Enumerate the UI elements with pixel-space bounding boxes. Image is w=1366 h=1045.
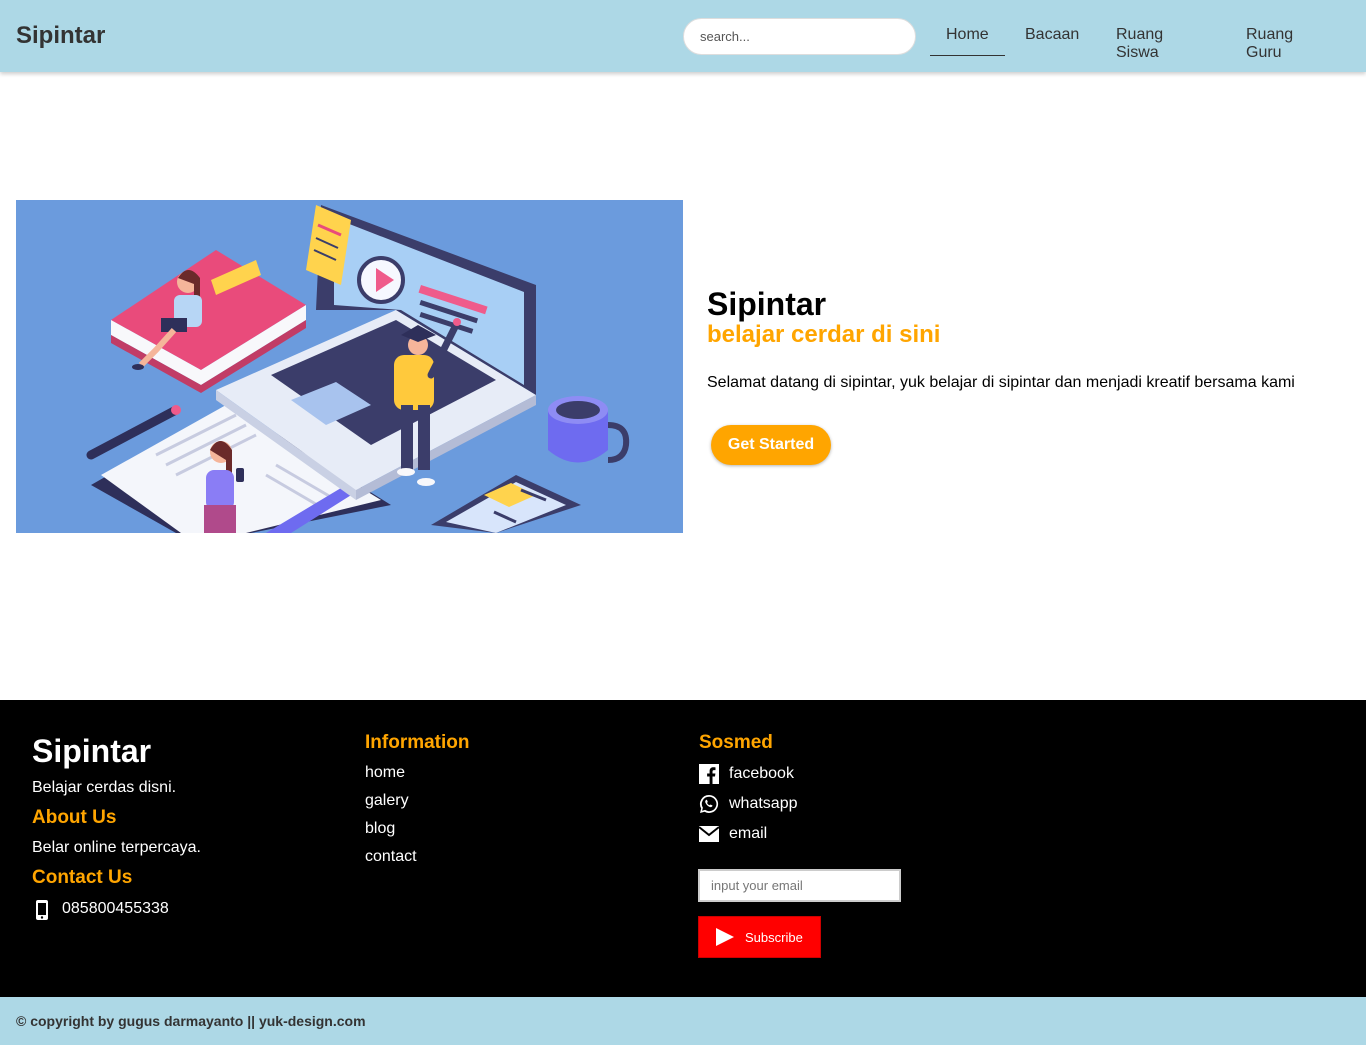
mail-icon xyxy=(699,826,719,842)
play-icon xyxy=(716,928,734,946)
footer-brand: Sipintar xyxy=(32,733,152,769)
nav-ruang-siswa[interactable]: Ruang Siswa xyxy=(1116,26,1163,62)
hero-illustration xyxy=(16,200,683,533)
search-input[interactable] xyxy=(683,18,916,55)
footer-tagline: Belajar cerdas disni. xyxy=(32,779,177,796)
subscribe-label: Subscribe xyxy=(745,930,803,945)
site-header: Sipintar Home Bacaan Ruang Siswa Ruang G… xyxy=(0,0,1366,72)
site-logo[interactable]: Sipintar xyxy=(16,22,105,50)
contact-heading: Contact Us xyxy=(32,867,133,888)
information-heading: Information xyxy=(365,732,470,753)
sosmed-heading: Sosmed xyxy=(699,732,773,753)
about-text: Belar online terpercaya. xyxy=(32,839,201,856)
copyright-text: © copyright by gugus darmayanto || yuk-d… xyxy=(16,1013,366,1029)
phone-icon xyxy=(36,900,48,920)
copyright-bar: © copyright by gugus darmayanto || yuk-d… xyxy=(0,997,1366,1045)
subscribe-button[interactable]: Subscribe xyxy=(698,916,821,958)
nav-bacaan[interactable]: Bacaan xyxy=(1025,26,1079,44)
about-heading: About Us xyxy=(32,807,117,828)
sosmed-facebook-link[interactable]: facebook xyxy=(729,765,794,783)
footer-link-galery[interactable]: galery xyxy=(365,792,409,810)
facebook-icon xyxy=(699,764,719,784)
hero-description: Selamat datang di sipintar, yuk belajar … xyxy=(707,374,1295,391)
hero-title: Sipintar xyxy=(707,286,827,322)
nav-ruang-guru[interactable]: Ruang Guru xyxy=(1246,26,1293,62)
hero-subtitle: belajar cerdar di sini xyxy=(707,321,941,348)
footer-link-blog[interactable]: blog xyxy=(365,820,395,838)
footer-link-contact[interactable]: contact xyxy=(365,848,417,866)
whatsapp-icon xyxy=(699,794,719,813)
get-started-button[interactable]: Get Started xyxy=(711,425,831,465)
sosmed-email-link[interactable]: email xyxy=(729,825,767,843)
footer-link-home[interactable]: home xyxy=(365,764,405,782)
site-footer: Sipintar Belajar cerdas disni. About Us … xyxy=(0,700,1366,997)
sosmed-whatsapp-link[interactable]: whatsapp xyxy=(729,795,798,813)
isometric-learning-illustration xyxy=(86,205,630,533)
nav-home[interactable]: Home xyxy=(930,26,1005,56)
subscribe-email-input[interactable] xyxy=(698,869,901,902)
contact-phone: 085800455338 xyxy=(62,900,169,917)
